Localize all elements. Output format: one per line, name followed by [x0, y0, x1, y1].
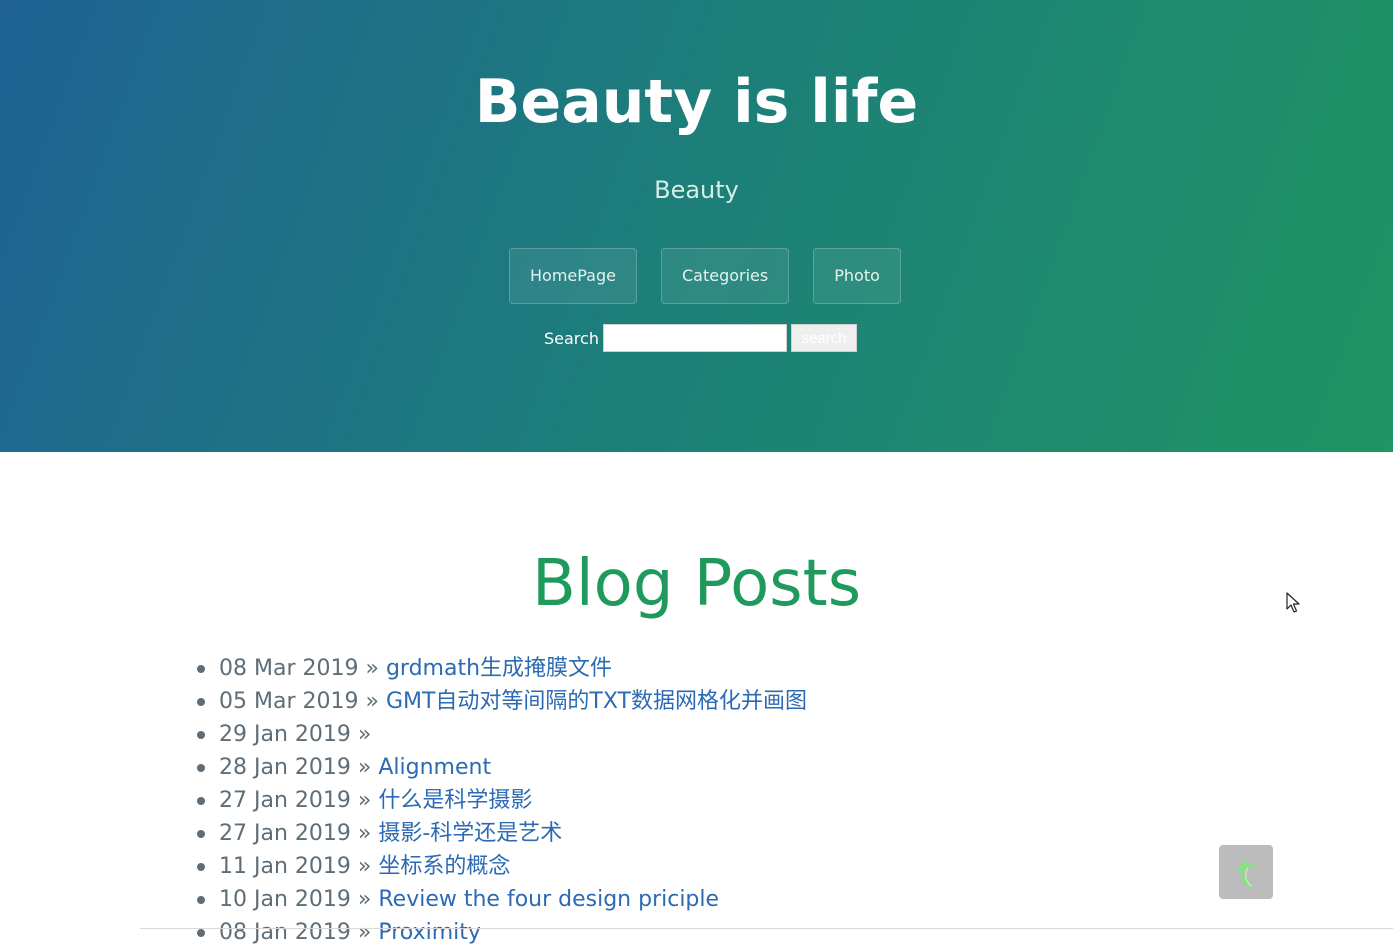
nav-homepage-button[interactable]: HomePage: [509, 248, 637, 304]
post-separator: »: [365, 689, 379, 714]
post-date: 11 Jan 2019: [219, 854, 351, 879]
nav-categories-button[interactable]: Categories: [660, 248, 790, 304]
post-link[interactable]: Review the four design priciple: [378, 887, 719, 912]
post-date: 08 Mar 2019: [219, 656, 359, 681]
post-separator: »: [357, 755, 372, 780]
post-separator: »: [357, 854, 372, 879]
list-item: 28 Jan 2019 » Alignment: [197, 751, 807, 784]
post-link[interactable]: 摄影-科学还是艺术: [378, 821, 562, 846]
back-to-top-button[interactable]: [1219, 845, 1273, 899]
search-input[interactable]: [602, 324, 787, 352]
post-separator: »: [357, 920, 372, 945]
blog-posts-heading: Blog Posts: [531, 547, 862, 621]
list-item: 08 Jan 2019 » Proximity: [197, 916, 807, 949]
post-date: 10 Jan 2019: [219, 887, 351, 912]
hero-header: Beauty is life Beauty HomePage Categorie…: [0, 0, 1393, 452]
post-date: 27 Jan 2019: [219, 788, 351, 813]
back-to-top-arrow-icon: [1236, 861, 1256, 888]
nav-photo-button[interactable]: Photo: [813, 248, 901, 304]
site-tagline: Beauty: [654, 176, 739, 204]
post-date: 05 Mar 2019: [219, 689, 359, 714]
search-form: Search search: [544, 324, 857, 352]
search-button[interactable]: search: [790, 324, 857, 352]
post-link[interactable]: Alignment: [378, 755, 491, 780]
post-link[interactable]: GMT自动对等间隔的TXT数据网格化并画图: [386, 689, 807, 714]
mouse-pointer-icon: [1286, 592, 1300, 613]
post-date: 08 Jan 2019: [219, 920, 351, 945]
list-item: 29 Jan 2019 »: [197, 718, 807, 751]
post-separator: »: [357, 821, 372, 846]
main-nav: HomePage Categories Photo: [509, 248, 901, 304]
list-item: 11 Jan 2019 » 坐标系的概念: [197, 850, 807, 883]
list-item: 05 Mar 2019 » GMT自动对等间隔的TXT数据网格化并画图: [197, 685, 807, 718]
post-link[interactable]: 坐标系的概念: [378, 854, 510, 879]
post-date: 29 Jan 2019: [219, 722, 351, 747]
post-date: 28 Jan 2019: [219, 755, 351, 780]
post-date: 27 Jan 2019: [219, 821, 351, 846]
search-label: Search: [544, 328, 599, 348]
list-item: 10 Jan 2019 » Review the four design pri…: [197, 883, 807, 916]
post-link[interactable]: Proximity: [378, 920, 481, 945]
list-item: 27 Jan 2019 » 摄影-科学还是艺术: [197, 817, 807, 850]
post-separator: »: [357, 722, 372, 747]
post-link[interactable]: grdmath生成掩膜文件: [386, 656, 612, 681]
list-item: 27 Jan 2019 » 什么是科学摄影: [197, 784, 807, 817]
post-link[interactable]: 什么是科学摄影: [378, 788, 532, 813]
post-separator: »: [365, 656, 379, 681]
divider: [140, 928, 1393, 929]
post-separator: »: [357, 788, 372, 813]
post-separator: »: [357, 887, 372, 912]
site-title: Beauty is life: [474, 67, 919, 137]
list-item: 08 Mar 2019 » grdmath生成掩膜文件: [197, 652, 807, 685]
post-list: 08 Mar 2019 » grdmath生成掩膜文件 05 Mar 2019 …: [197, 652, 807, 949]
